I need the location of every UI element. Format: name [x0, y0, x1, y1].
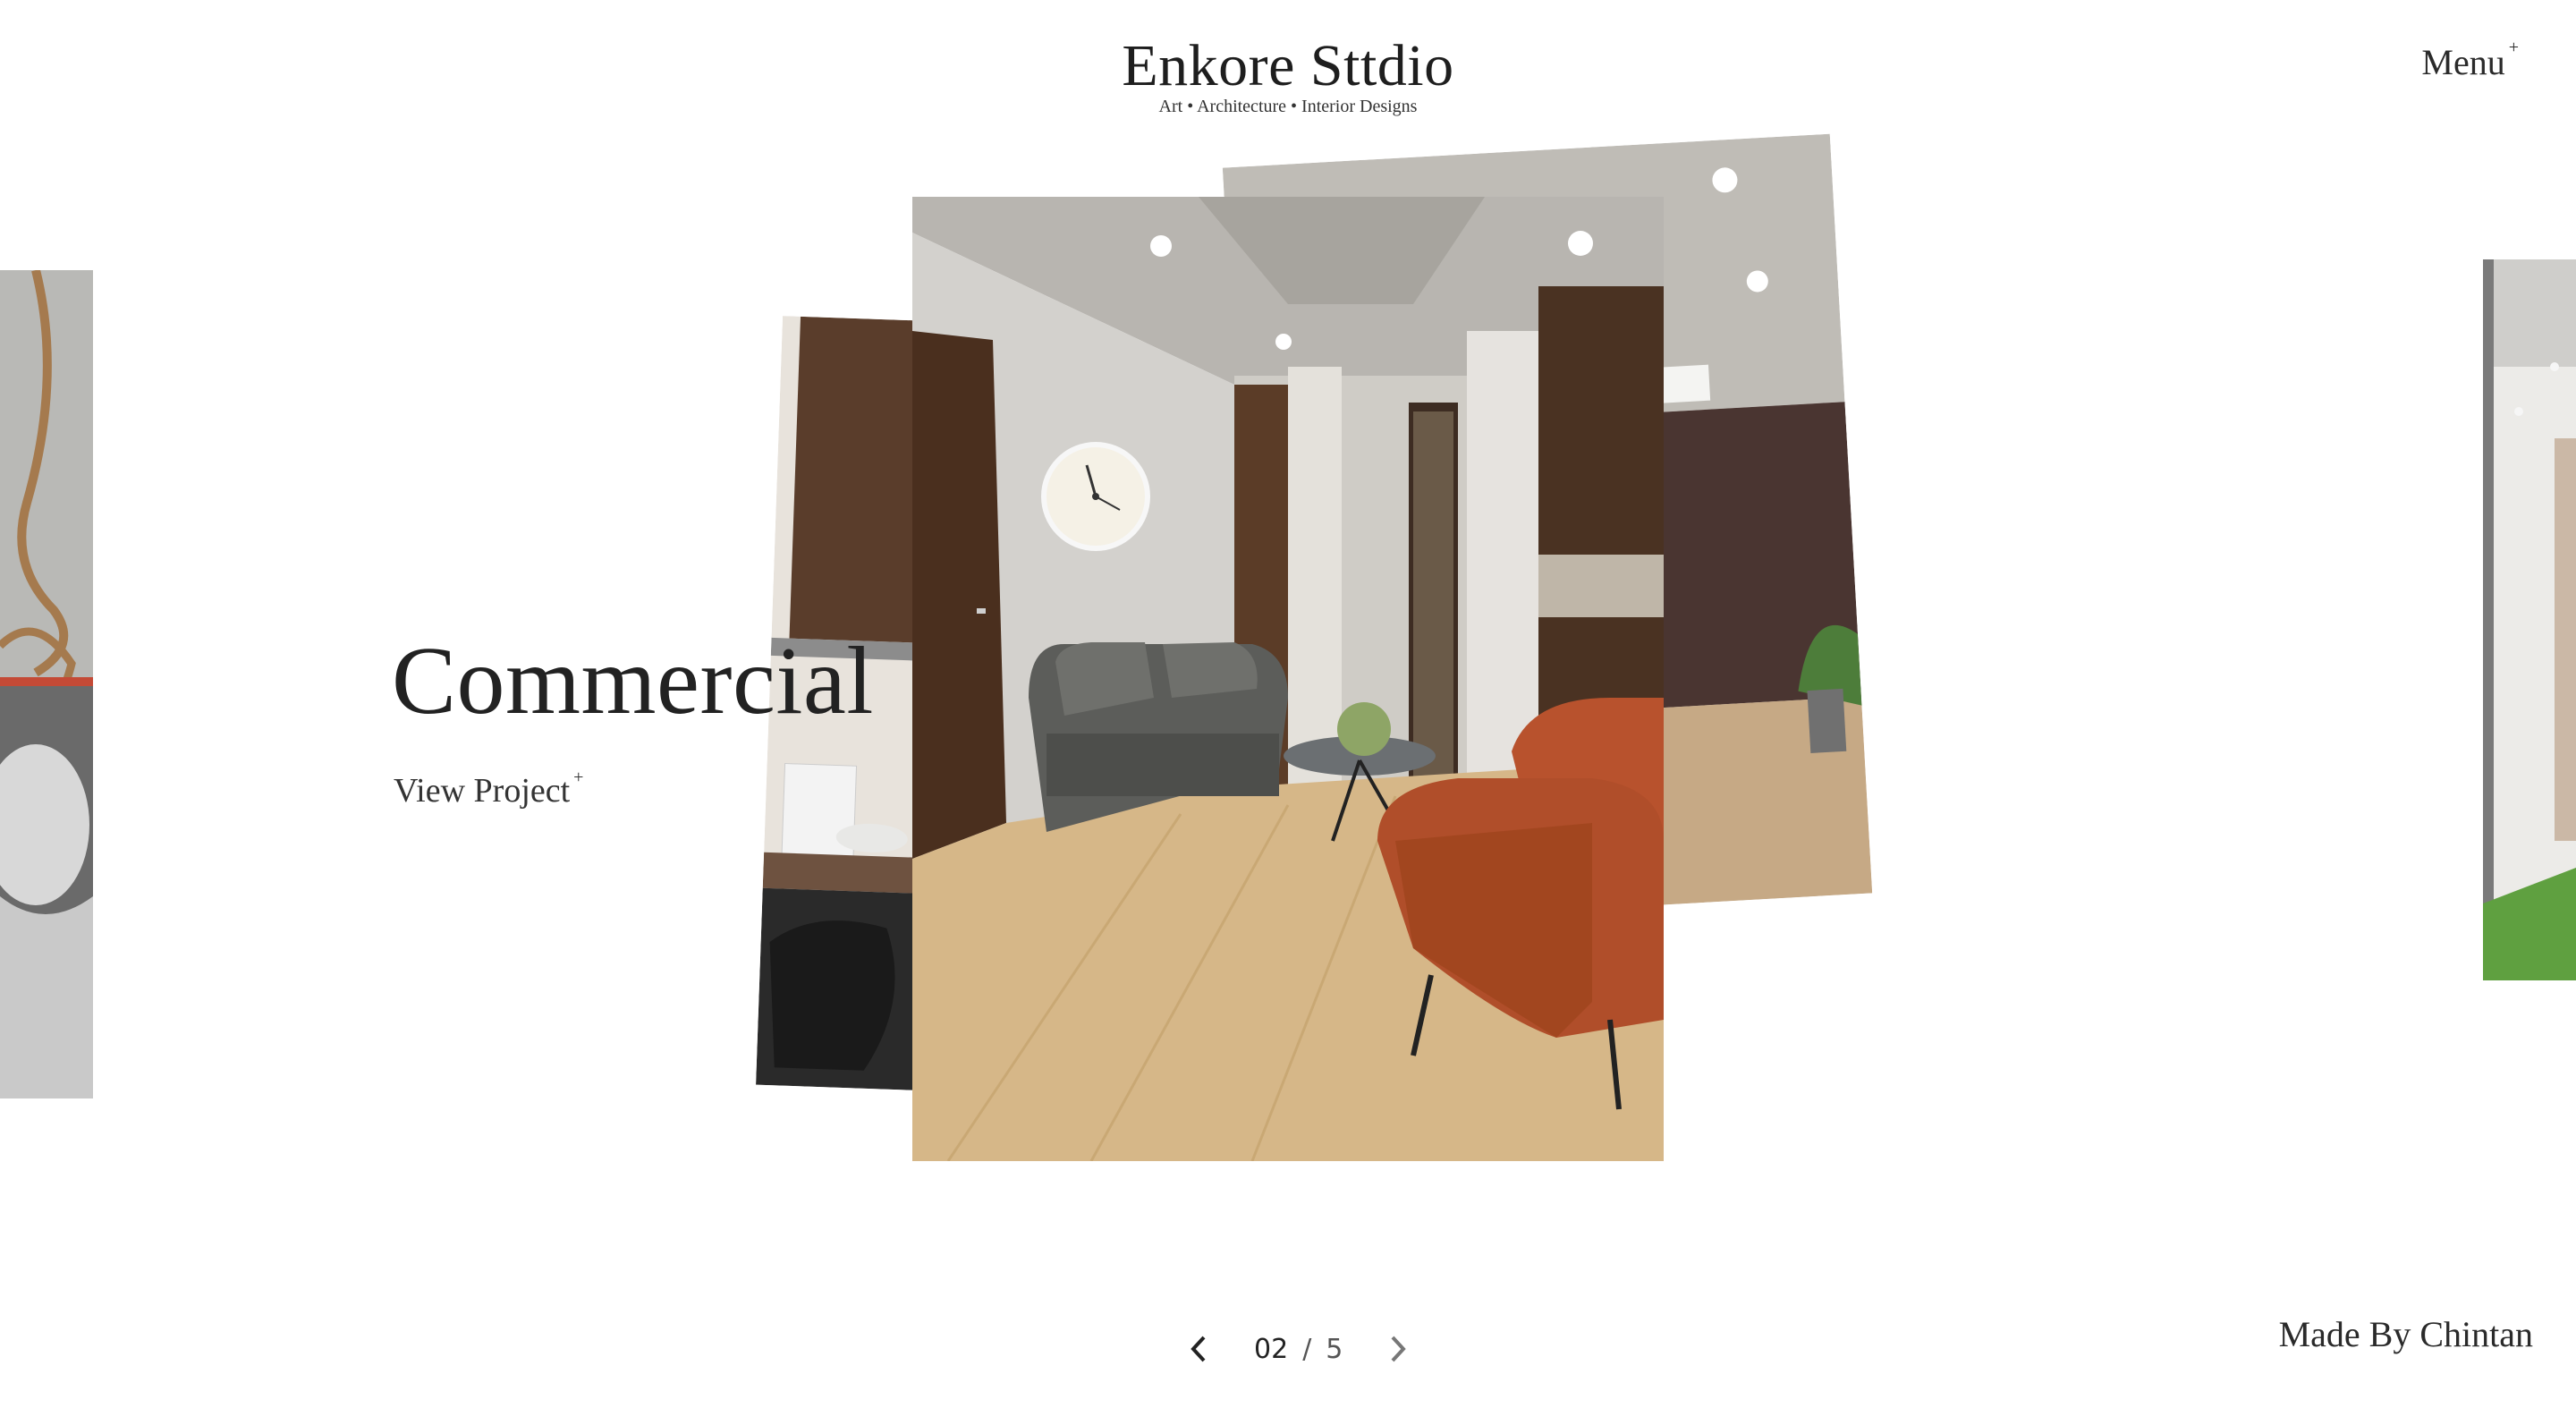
plus-icon: + [2508, 38, 2519, 57]
view-project-link[interactable]: View Project + [394, 768, 584, 810]
chevron-right-icon [1391, 1336, 1407, 1362]
brand-title[interactable]: Enkore Sttdio [0, 34, 2576, 98]
brand-logo[interactable]: Enkore Sttdio Art • Architecture • Inter… [0, 34, 2576, 117]
plus-icon: + [573, 768, 584, 787]
prev-slide-button[interactable] [1181, 1331, 1216, 1367]
main-slide-image[interactable] [912, 197, 1664, 1161]
view-project-label: View Project [394, 772, 571, 810]
project-category-title: Commercial [392, 628, 874, 734]
chevron-left-icon [1191, 1336, 1206, 1362]
total-slide-count: 5 [1326, 1333, 1343, 1365]
slide-pager: 02 / 5 [1181, 1331, 1416, 1367]
brand-tagline: Art • Architecture • Interior Designs [1158, 97, 1418, 116]
menu-label: Menu [2421, 42, 2505, 82]
menu-button[interactable]: Menu + [2421, 38, 2519, 83]
prev-slide-image[interactable] [0, 270, 93, 1098]
made-by-credit[interactable]: Made By Chintan [2279, 1313, 2533, 1355]
next-slide-button[interactable] [1380, 1331, 1416, 1367]
current-slide-number: 02 [1254, 1333, 1289, 1365]
next-slide-image[interactable] [2483, 259, 2576, 980]
pager-separator: / [1302, 1333, 1312, 1365]
